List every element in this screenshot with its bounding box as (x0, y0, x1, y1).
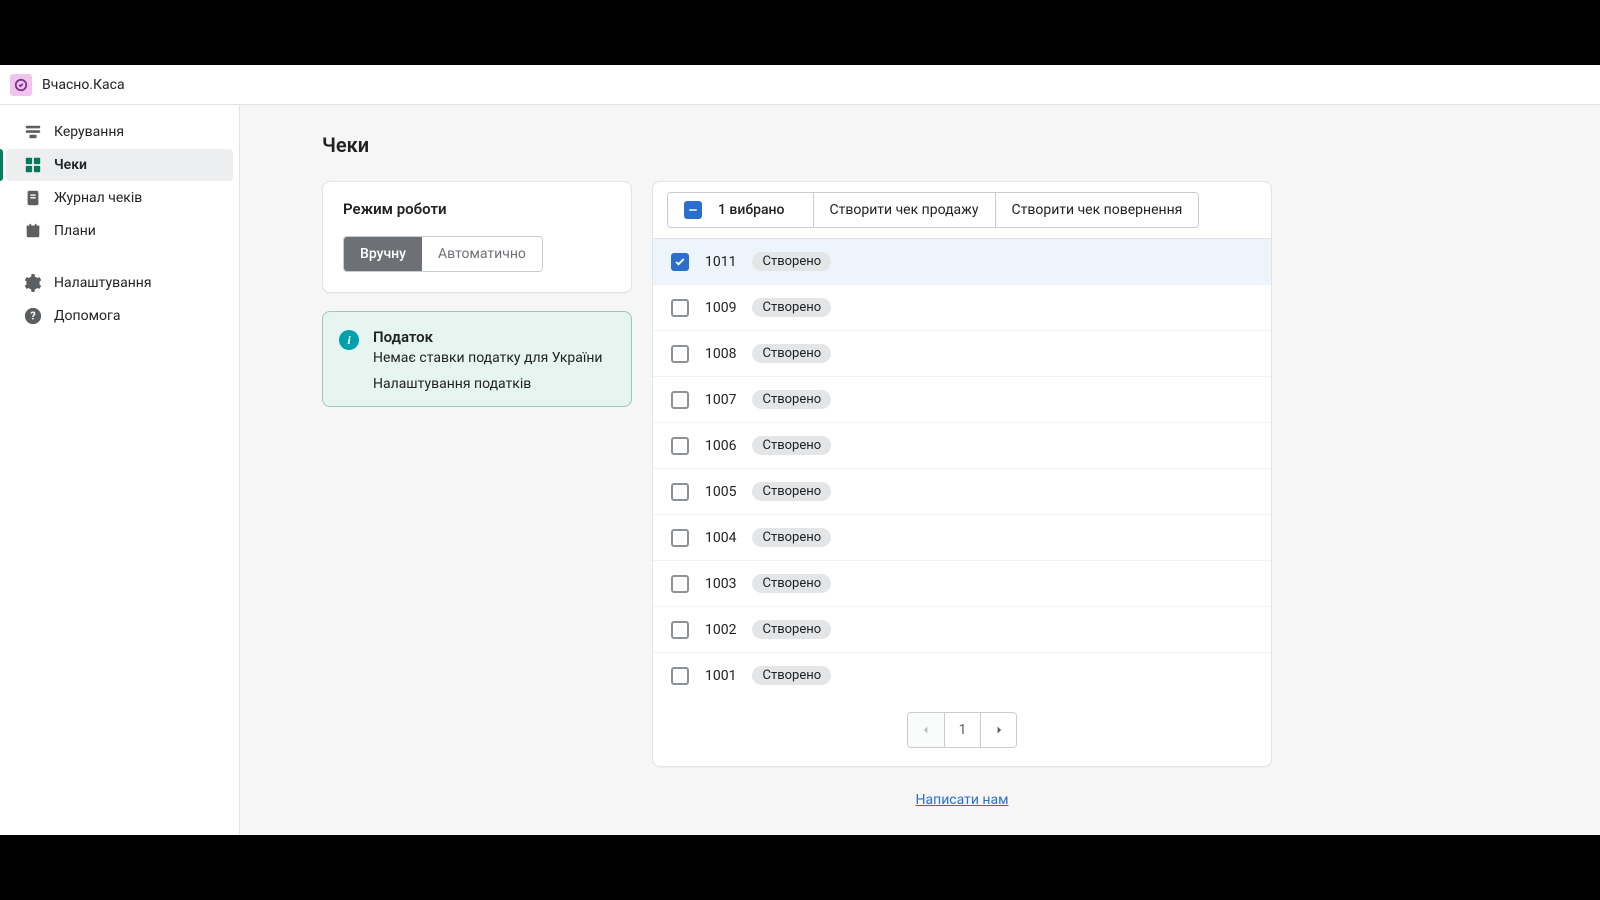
mode-card: Режим роботи Вручну Автоматично (322, 181, 632, 293)
row-checkbox[interactable] (671, 575, 689, 593)
row-checkbox[interactable] (671, 391, 689, 409)
select-all-checkbox[interactable] (684, 201, 702, 219)
journal-icon (24, 189, 42, 207)
create-return-check-button[interactable]: Створити чек повернення (995, 193, 1199, 227)
mode-auto-button[interactable]: Автоматично (422, 237, 542, 271)
status-badge: Створено (752, 666, 831, 685)
sidebar: Керування Чеки Журнал чеків Плани Налаштува… (0, 105, 240, 835)
sidebar-item-plans[interactable]: Плани (6, 215, 233, 247)
sidebar-item-label: Налаштування (54, 275, 152, 291)
sidebar-item-manage[interactable]: Керування (6, 116, 233, 148)
status-badge: Створено (752, 390, 831, 409)
mode-card-title: Режим роботи (343, 200, 611, 218)
table-row[interactable]: 1007 Створено (653, 377, 1271, 423)
status-badge: Створено (752, 528, 831, 547)
row-id: 1009 (705, 300, 736, 316)
sidebar-item-label: Керування (54, 124, 124, 140)
row-id: 1002 (705, 622, 736, 638)
info-icon: i (339, 330, 359, 350)
status-badge: Створено (752, 252, 831, 271)
sidebar-item-label: Плани (54, 223, 96, 239)
row-checkbox[interactable] (671, 437, 689, 455)
row-id: 1008 (705, 346, 736, 362)
row-id: 1006 (705, 438, 736, 454)
settings-icon (24, 274, 42, 292)
row-id: 1011 (705, 254, 736, 270)
checks-icon (24, 156, 42, 174)
table-row[interactable]: 1008 Створено (653, 331, 1271, 377)
sidebar-item-label: Допомога (54, 308, 120, 324)
app-name: Вчасно.Каса (42, 77, 125, 93)
sidebar-item-settings[interactable]: Налаштування (6, 267, 233, 299)
sidebar-item-label: Чеки (54, 157, 87, 173)
row-checkbox[interactable] (671, 345, 689, 363)
row-checkbox[interactable] (671, 621, 689, 639)
status-badge: Створено (752, 298, 831, 317)
table-row[interactable]: 1003 Створено (653, 561, 1271, 607)
row-checkbox[interactable] (671, 667, 689, 685)
page-title: Чеки (322, 133, 1560, 157)
table-row[interactable]: 1011 Створено (653, 239, 1271, 285)
main-content: Чеки Режим роботи Вручну Автоматично i (240, 105, 1600, 835)
bulk-actions-group: 1 вибрано Створити чек продажу Створити … (667, 192, 1199, 228)
contact-us-link[interactable]: Написати нам (916, 792, 1009, 808)
page-next-button[interactable] (980, 713, 1016, 747)
row-checkbox[interactable] (671, 299, 689, 317)
row-checkbox[interactable] (671, 529, 689, 547)
app-logo (10, 74, 32, 96)
sidebar-item-label: Журнал чеків (54, 190, 142, 206)
status-badge: Створено (752, 574, 831, 593)
status-badge: Створено (752, 620, 831, 639)
status-badge: Створено (752, 436, 831, 455)
selected-count-segment: 1 вибрано (668, 193, 813, 227)
page-number[interactable]: 1 (944, 713, 980, 747)
row-checkbox[interactable] (671, 253, 689, 271)
sidebar-item-journal[interactable]: Журнал чеків (6, 182, 233, 214)
page-prev-button (908, 713, 944, 747)
row-id: 1007 (705, 392, 736, 408)
help-icon: ? (24, 307, 42, 325)
pagination: 1 (653, 698, 1271, 766)
mode-segmented: Вручну Автоматично (343, 236, 543, 272)
table-row[interactable]: 1006 Створено (653, 423, 1271, 469)
row-id: 1005 (705, 484, 736, 500)
mode-manual-button[interactable]: Вручну (344, 237, 422, 271)
row-id: 1003 (705, 576, 736, 592)
table-row[interactable]: 1001 Створено (653, 653, 1271, 698)
sidebar-item-help[interactable]: ? Допомога (6, 300, 233, 332)
list-header: 1 вибрано Створити чек продажу Створити … (653, 182, 1271, 239)
status-badge: Створено (752, 344, 831, 363)
create-sale-check-button[interactable]: Створити чек продажу (813, 193, 995, 227)
table-row[interactable]: 1002 Створено (653, 607, 1271, 653)
tax-info-title: Податок (373, 328, 603, 346)
table-row[interactable]: 1005 Створено (653, 469, 1271, 515)
tax-info-banner: i Податок Немає ставки податку для Украї… (322, 311, 632, 407)
table-row[interactable]: 1009 Створено (653, 285, 1271, 331)
row-checkbox[interactable] (671, 483, 689, 501)
table-row[interactable]: 1004 Створено (653, 515, 1271, 561)
manage-icon (24, 123, 42, 141)
status-badge: Створено (752, 482, 831, 501)
svg-text:?: ? (30, 310, 35, 323)
tax-info-text: Немає ставки податку для України (373, 350, 603, 366)
row-id: 1001 (705, 668, 736, 684)
row-id: 1004 (705, 530, 736, 546)
plans-icon (24, 222, 42, 240)
sidebar-item-checks[interactable]: Чеки (6, 149, 233, 181)
selected-count: 1 вибрано (712, 202, 797, 218)
checks-list-card: 1 вибрано Створити чек продажу Створити … (652, 181, 1272, 767)
topbar: Вчасно.Каса (0, 65, 1600, 105)
tax-settings-link[interactable]: Налаштування податків (373, 376, 603, 392)
